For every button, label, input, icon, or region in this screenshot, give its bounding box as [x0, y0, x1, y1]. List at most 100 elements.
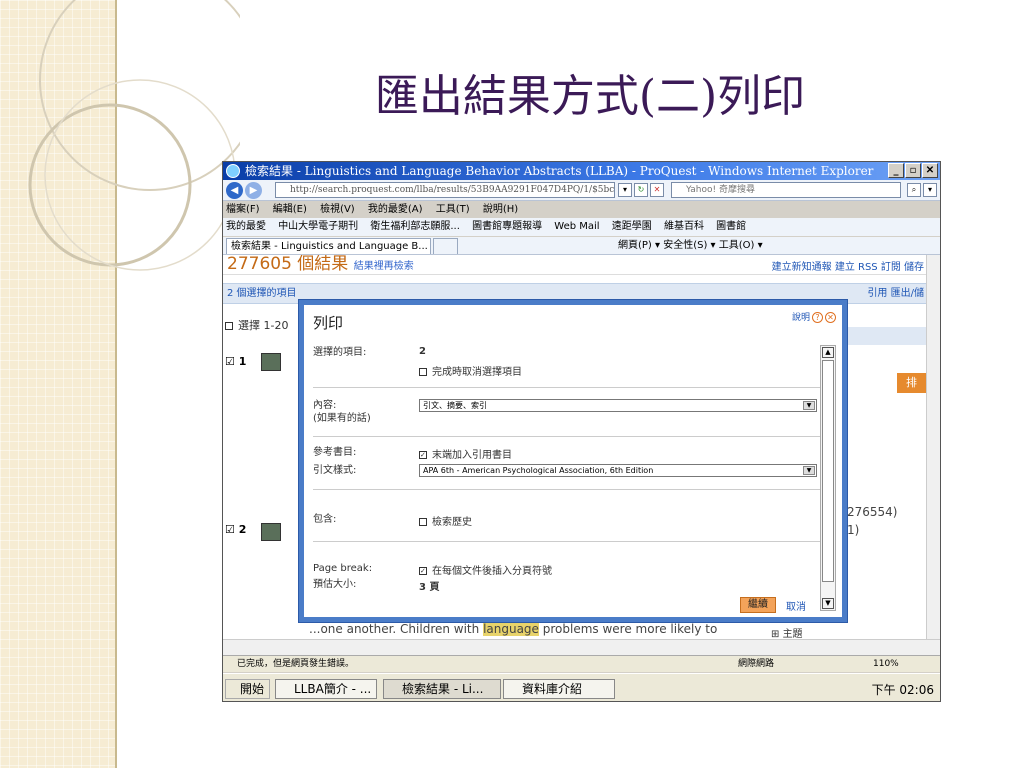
result-1-number[interactable]: ☑ 1 [225, 355, 246, 368]
selected-items-label: 選擇的項目: [313, 347, 367, 358]
maximize-button[interactable]: ▫ [905, 163, 921, 178]
refresh-icon[interactable]: ↻ [634, 183, 648, 197]
snippet-text: ...one another. Children with [309, 622, 484, 636]
minimize-button[interactable]: _ [888, 163, 904, 178]
snippet-highlight: language [483, 622, 539, 636]
result-2-label: 2 [238, 523, 247, 536]
tab-results[interactable]: 檢索結果 - Linguistics and Language B... [226, 238, 431, 254]
horizontal-scrollbar[interactable] [223, 639, 940, 655]
content-select-value: 引文、摘要、索引 [423, 401, 487, 410]
fav-item[interactable]: 衛生福利部志願服... [370, 221, 460, 232]
dialog-scrollbar[interactable]: ▲ ▼ [820, 345, 836, 611]
select-range-label: 選擇 1-20 [238, 319, 289, 332]
stop-icon[interactable]: ✕ [650, 183, 664, 197]
bibliography-checkbox[interactable]: ✓ [419, 451, 427, 459]
search-icon[interactable]: ⌕ [907, 183, 921, 197]
content-sub-label: (如果有的話) [313, 413, 371, 424]
refine-link[interactable]: 結果裡再檢索 [354, 261, 414, 272]
internet-zone: 網際網路 [738, 659, 775, 669]
close-button[interactable]: ✕ [922, 163, 938, 178]
fav-item[interactable]: 維基百科 [664, 221, 704, 232]
help-icon[interactable]: ? [812, 312, 823, 323]
search-options-icon[interactable]: ▾ [923, 183, 937, 197]
include-label: 包含: [313, 514, 337, 525]
cancel-link[interactable]: 取消 [786, 598, 806, 613]
citation-style-label: 引文樣式: [313, 465, 357, 476]
menu-edit[interactable]: 編輯(E) [273, 204, 307, 215]
menu-help[interactable]: 說明(H) [483, 204, 518, 215]
decorative-circles [28, 0, 240, 271]
status-text: 已完成，但是網頁發生錯誤。 [237, 659, 355, 669]
menu-file[interactable]: 檔案(F) [226, 204, 260, 215]
menu-view[interactable]: 檢視(V) [320, 204, 355, 215]
print-dialog: 列印 說明? ✕ 選擇的項目: 2 完成時取消選擇項目 內容: (如果有的話) 引… [298, 299, 848, 623]
task-llba[interactable]: LLBA簡介 - ... [275, 679, 377, 699]
start-button[interactable]: 開始 [225, 679, 270, 699]
content-select[interactable]: 引文、摘要、索引 ▼ [419, 399, 817, 412]
dropdown-icon[interactable]: ▾ [618, 183, 632, 197]
content-label: 內容: [313, 400, 337, 411]
new-tab-button[interactable] [433, 238, 458, 254]
scroll-down-icon[interactable]: ▼ [822, 598, 834, 609]
page-break-label: Page break: [313, 563, 373, 574]
chevron-down-icon[interactable]: ▼ [803, 401, 815, 410]
snippet-text: problems were more likely to [538, 622, 718, 636]
back-button[interactable]: ◀ [226, 182, 243, 199]
estimated-size: 3 頁 [419, 582, 440, 593]
select-range-checkbox[interactable] [225, 322, 233, 330]
bibliography-option[interactable]: ✓ 末端加入引用書目 [419, 446, 512, 461]
favorites-bar: 我的最愛 中山大學電子期刊 衛生福利部志願服... 圖書館專題報導 Web Ma… [223, 218, 940, 236]
fav-item[interactable]: 我的最愛 [226, 221, 266, 232]
results-header: 277605 個結果 結果裡再檢索 建立新知通報 建立 RSS 訂閱 儲存 [223, 255, 926, 275]
divider [313, 387, 823, 388]
scroll-up-icon[interactable]: ▲ [822, 347, 834, 358]
command-bar[interactable]: 網頁(P) ▾ 安全性(S) ▾ 工具(O) ▾ [618, 237, 763, 254]
task-databases[interactable]: 資料庫介紹 [503, 679, 615, 699]
deselect-checkbox[interactable] [419, 368, 427, 376]
result-snippet: ...one another. Children with language p… [309, 622, 717, 636]
result-count: 277605 個結果 [227, 255, 349, 274]
zoom-level[interactable]: 110% [873, 656, 899, 672]
title-bar: 檢索結果 - Linguistics and Language Behavior… [223, 162, 940, 180]
page-break-value: 在每個文件後插入分頁符號 [432, 566, 552, 577]
task-results[interactable]: 檢索結果 - Li... [383, 679, 501, 699]
search-input[interactable]: Yahoo! 奇摩搜尋 [671, 182, 901, 198]
tab-bar: 檢索結果 - Linguistics and Language B... 網頁(… [223, 237, 940, 255]
result-1-label: 1 [238, 355, 247, 368]
subject-label: 主題 [782, 629, 803, 639]
deselect-option[interactable]: 完成時取消選擇項目 [419, 363, 522, 378]
help-link[interactable]: 說明? ✕ [792, 310, 836, 323]
scroll-thumb[interactable] [822, 360, 834, 582]
menu-bar: 檔案(F) 編輯(E) 檢視(V) 我的最愛(A) 工具(T) 說明(H) [223, 202, 940, 218]
citation-style-select[interactable]: APA 6th - American Psychological Associa… [419, 464, 817, 477]
fav-item[interactable]: 遠距學園 [612, 221, 652, 232]
search-history-checkbox[interactable] [419, 518, 427, 526]
divider [313, 541, 823, 542]
window-title: 檢索結果 - Linguistics and Language Behavior… [245, 164, 874, 178]
print-dialog-body: 列印 說明? ✕ 選擇的項目: 2 完成時取消選擇項目 內容: (如果有的話) 引… [304, 305, 842, 617]
page-break-checkbox[interactable]: ✓ [419, 567, 427, 575]
subject-link[interactable]: ⊞ 主題 [771, 625, 803, 639]
fav-item[interactable]: Web Mail [554, 221, 599, 232]
url-input[interactable]: http://search.proquest.com/llba/results/… [275, 182, 615, 198]
fav-item[interactable]: 圖書館 [716, 221, 746, 232]
divider [313, 436, 823, 437]
continue-button[interactable]: 繼續 [740, 597, 776, 613]
result-2-number[interactable]: ☑ 2 [225, 523, 246, 536]
search-history-option[interactable]: 檢索歷史 [419, 513, 472, 528]
document-icon [261, 523, 281, 541]
select-range[interactable]: 選擇 1-20 [225, 317, 288, 333]
chevron-down-icon[interactable]: ▼ [803, 466, 815, 475]
page-break-option[interactable]: ✓ 在每個文件後插入分頁符號 [419, 562, 552, 577]
selected-items-link[interactable]: 2 個選擇的項目 [227, 288, 297, 299]
menu-tools[interactable]: 工具(T) [436, 204, 470, 215]
close-dialog-icon[interactable]: ✕ [825, 312, 836, 323]
forward-button[interactable]: ▶ [245, 182, 262, 199]
sort-button[interactable]: 排 [897, 373, 926, 393]
estimated-size-label: 預估大小: [313, 579, 357, 590]
status-bar: 已完成，但是網頁發生錯誤。 網際網路 110% [223, 655, 940, 672]
fav-item[interactable]: 圖書館專題報導 [472, 221, 542, 232]
fav-item[interactable]: 中山大學電子期刊 [278, 221, 358, 232]
menu-favorites[interactable]: 我的最愛(A) [368, 204, 423, 215]
vertical-scrollbar[interactable] [926, 255, 940, 639]
